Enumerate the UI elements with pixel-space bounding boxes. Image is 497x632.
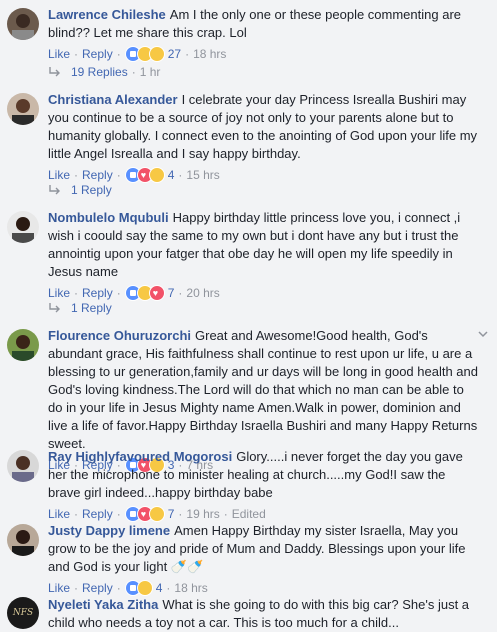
commenter-name[interactable]: Flourence Ohuruzorchi [48, 328, 191, 343]
edited-label[interactable]: Edited [232, 506, 266, 522]
love-reaction-icon [148, 285, 165, 301]
commenter-name[interactable]: Lawrence Chileshe [48, 7, 166, 22]
reply-button[interactable]: Reply [82, 580, 113, 596]
reply-arrow-icon [49, 303, 60, 313]
baby-bottle-icon: 🍼🍼 [170, 559, 204, 574]
replies-count[interactable]: 1 Reply [71, 300, 112, 316]
commenter-name[interactable]: Ray Highlyfavoured Mogorosi [48, 449, 232, 464]
reactions[interactable] [124, 46, 165, 62]
view-replies-link[interactable]: 1 Reply [48, 300, 112, 316]
reply-arrow-icon [49, 67, 60, 77]
reaction-count[interactable]: 7 [168, 506, 175, 522]
view-replies-link[interactable]: 19 Replies · 1 hr [48, 64, 160, 80]
like-button[interactable]: Like [48, 46, 70, 62]
timestamp[interactable]: 18 hrs [174, 580, 207, 596]
avatar[interactable] [7, 93, 39, 125]
reactions[interactable] [124, 167, 165, 183]
reaction-count[interactable]: 4 [168, 167, 175, 183]
avatar[interactable] [7, 211, 39, 243]
reply-arrow-icon [49, 185, 60, 195]
avatar-logo-text: NFS [12, 608, 34, 618]
reaction-count[interactable]: 27 [168, 46, 181, 62]
view-replies-link[interactable]: 1 Reply [48, 182, 112, 198]
reply-button[interactable]: Reply [82, 285, 113, 301]
commenter-name[interactable]: Nyeleti Yaka Zitha [48, 597, 158, 612]
reactions[interactable] [124, 285, 165, 301]
reaction-count[interactable]: 7 [168, 285, 175, 301]
avatar[interactable] [7, 8, 39, 40]
avatar[interactable]: NFS [7, 597, 39, 629]
reaction-count[interactable]: 4 [156, 580, 163, 596]
reply-button[interactable]: Reply [82, 46, 113, 62]
avatar[interactable] [7, 524, 39, 556]
timestamp[interactable]: 18 hrs [193, 46, 226, 62]
wow-reaction-icon [136, 580, 153, 596]
timestamp[interactable]: 19 hrs [186, 506, 219, 522]
avatar[interactable] [7, 329, 39, 361]
wow-reaction-icon [148, 167, 165, 183]
reply-button[interactable]: Reply [82, 167, 113, 183]
replies-count[interactable]: 1 Reply [71, 182, 112, 198]
timestamp[interactable]: 20 hrs [186, 285, 219, 301]
like-button[interactable]: Like [48, 285, 70, 301]
wow-reaction-icon [148, 506, 165, 522]
timestamp[interactable]: 15 hrs [186, 167, 219, 183]
avatar[interactable] [7, 450, 39, 482]
sad-reaction-icon [148, 46, 165, 62]
comment-text: Great and Awesome!Good health, God's abu… [48, 328, 478, 451]
reply-button[interactable]: Reply [82, 506, 113, 522]
commenter-name[interactable]: Nombulelo Mqubuli [48, 210, 169, 225]
reactions[interactable] [124, 580, 153, 596]
like-button[interactable]: Like [48, 580, 70, 596]
reactions[interactable] [124, 506, 165, 522]
like-button[interactable]: Like [48, 506, 70, 522]
like-button[interactable]: Like [48, 167, 70, 183]
replies-count[interactable]: 19 Replies [71, 64, 128, 80]
commenter-name[interactable]: Christiana Alexander [48, 92, 178, 107]
replies-time: 1 hr [139, 65, 161, 79]
commenter-name[interactable]: Justy Dappy limene [48, 523, 170, 538]
